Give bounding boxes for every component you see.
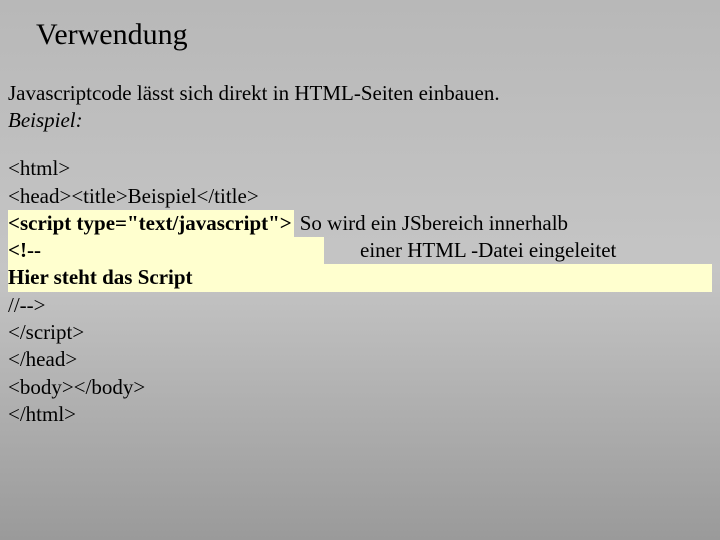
code-comment-open: <!--: [8, 237, 324, 264]
highlight-row: <!-- einer HTML -Datei eingeleitet: [8, 237, 712, 264]
code-script-close: </script>: [8, 319, 712, 346]
code-script-open: <script type="text/javascript">: [8, 210, 294, 237]
slide: Verwendung Javascriptcode lässt sich dir…: [0, 0, 720, 428]
code-example: <html> <head><title>Beispiel</title> <sc…: [8, 155, 712, 428]
code-line: </head>: [8, 346, 712, 373]
code-line: <head><title>Beispiel</title>: [8, 183, 712, 210]
slide-title: Verwendung: [36, 18, 712, 52]
annotation-text: einer HTML -Datei eingeleitet: [324, 237, 616, 264]
intro-text: Javascriptcode lässt sich direkt in HTML…: [8, 80, 712, 106]
code-comment-close: //-->: [8, 292, 712, 319]
code-line: </html>: [8, 401, 712, 428]
code-line: <body></body>: [8, 374, 712, 401]
code-line: <html>: [8, 155, 712, 182]
highlight-row: <script type="text/javascript"> So wird …: [8, 210, 712, 237]
code-script-body: Hier steht das Script: [8, 264, 712, 291]
intro-label: Beispiel:: [8, 108, 712, 133]
annotation-text: So wird ein JSbereich innerhalb: [294, 210, 568, 237]
